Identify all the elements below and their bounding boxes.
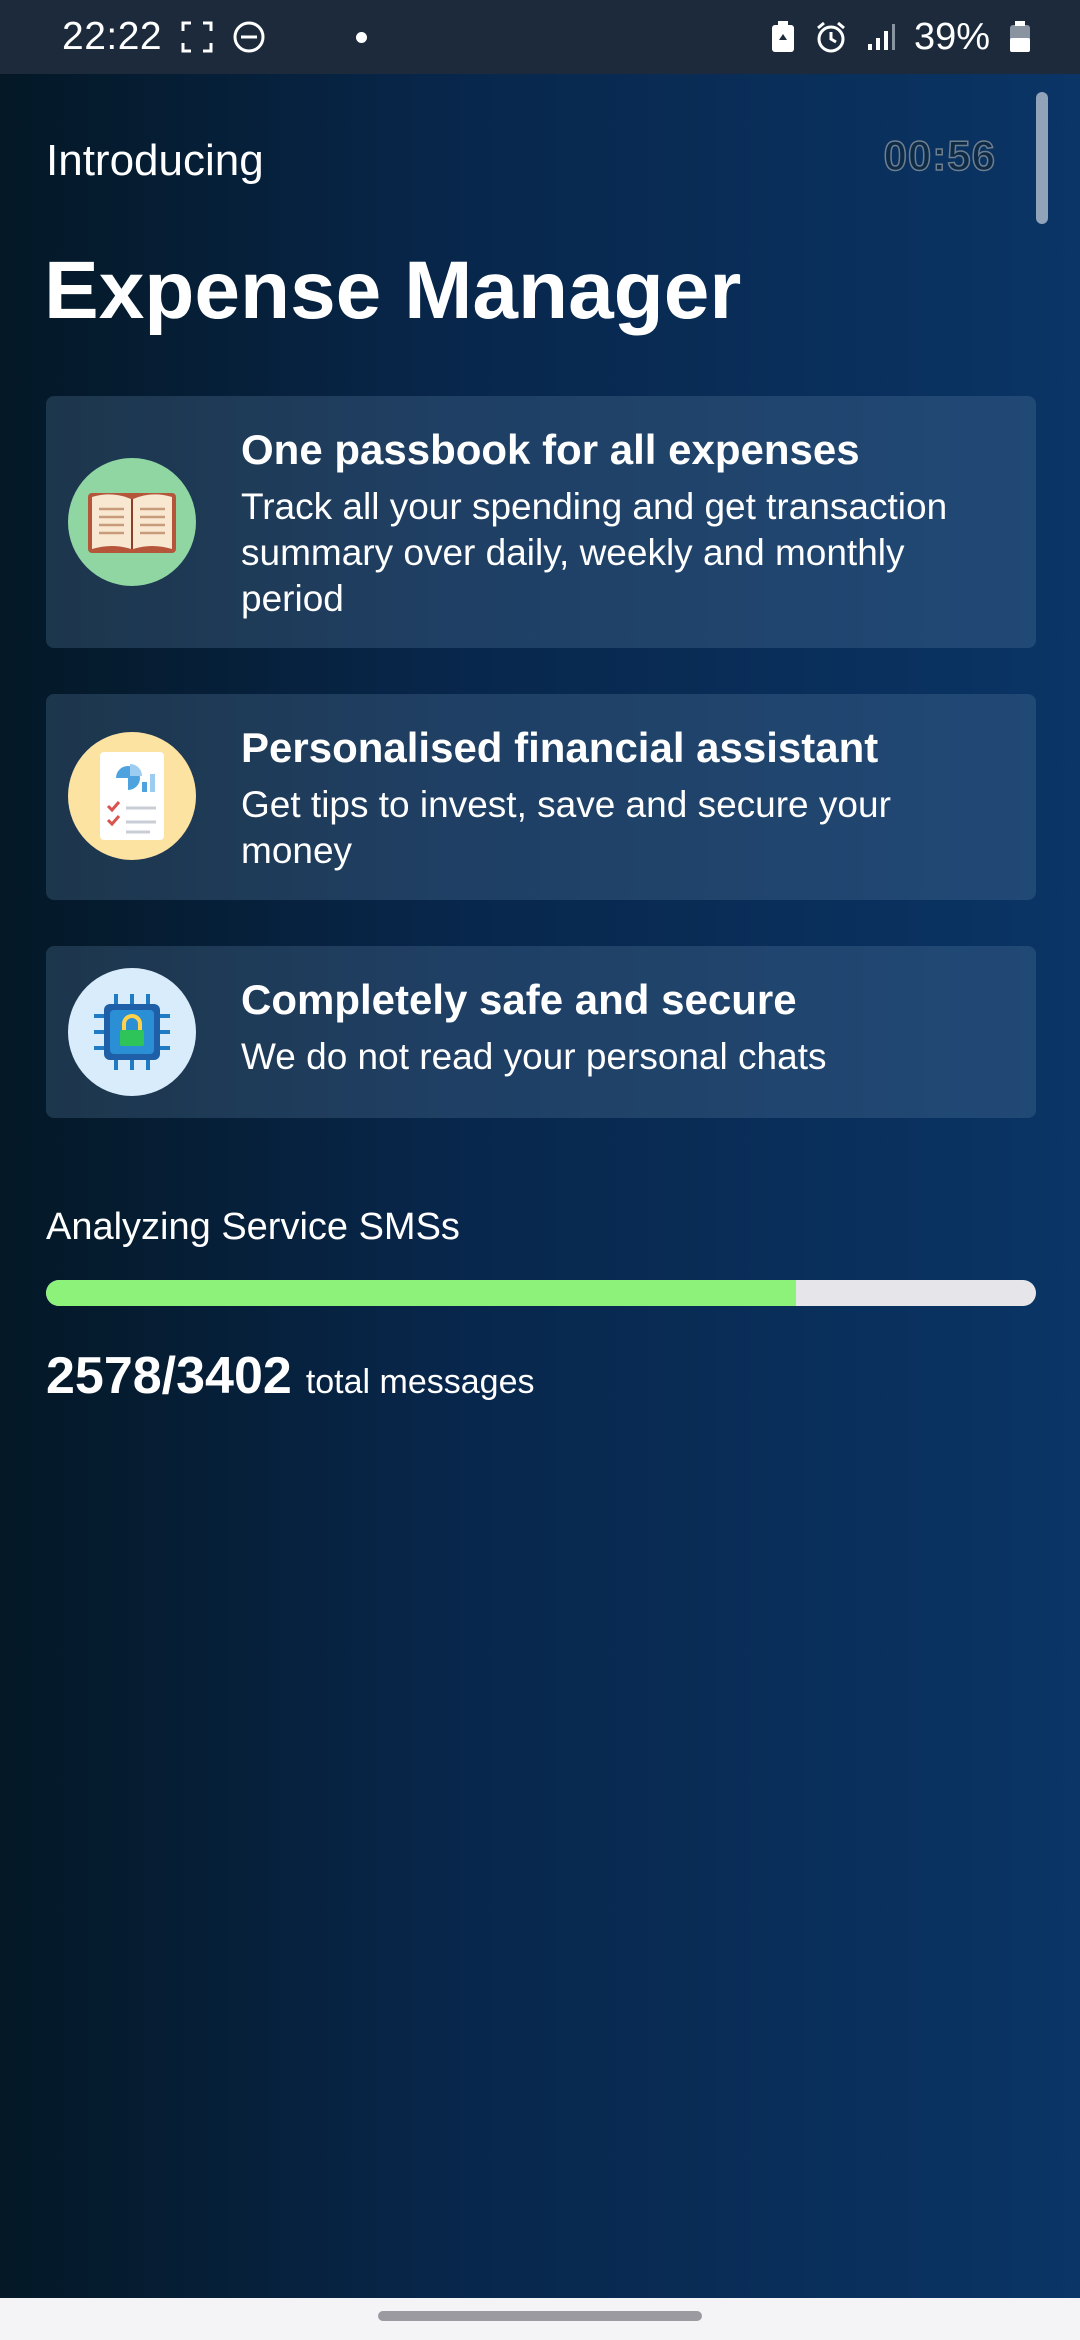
navigation-bar	[0, 2298, 1080, 2340]
app-screen: 22:22 39% Introducing 00:56 Expense Mana…	[0, 0, 1080, 2340]
alarm-icon	[814, 20, 848, 54]
battery-saver-icon	[770, 20, 796, 54]
feature-description: We do not read your personal chats	[241, 1036, 827, 1077]
status-time: 22:22	[62, 15, 163, 58]
feature-title: One passbook for all expenses	[241, 426, 860, 473]
screenshot-frame-icon	[180, 20, 214, 54]
progress-fill	[46, 1280, 797, 1306]
feature-description: Track all your spending and get transact…	[241, 486, 948, 619]
report-icon	[68, 732, 196, 860]
status-bar: 22:22 39%	[0, 0, 1080, 74]
status-right: 39%	[770, 16, 1032, 59]
feature-card-security: Completely safe and secure We do not rea…	[46, 946, 1036, 1118]
battery-icon	[1008, 20, 1032, 54]
home-gesture-handle[interactable]	[378, 2311, 702, 2321]
intro-label: Introducing	[46, 136, 264, 185]
message-count: 2578/3402	[46, 1347, 292, 1405]
do-not-disturb-icon	[232, 20, 266, 54]
scroll-indicator[interactable]	[1036, 92, 1048, 224]
page-title: Expense Manager	[44, 245, 742, 336]
status-left: 22:22	[62, 15, 368, 59]
signal-icon	[866, 22, 896, 52]
countdown-timer: 00:56	[883, 131, 996, 180]
message-count-row: 2578/3402 total messages	[46, 1346, 534, 1406]
feature-title: Completely safe and secure	[241, 976, 797, 1023]
battery-percent: 39%	[913, 15, 990, 58]
notification-dot-icon	[356, 31, 368, 43]
message-count-suffix: total messages	[305, 1363, 535, 1401]
feature-title: Personalised financial assistant	[241, 724, 879, 771]
feature-description: Get tips to invest, save and secure your…	[241, 784, 891, 871]
progress-label: Analyzing Service SMSs	[46, 1206, 460, 1248]
progress-bar	[46, 1280, 1036, 1306]
feature-card-passbook: One passbook for all expenses Track all …	[46, 396, 1036, 648]
chip-lock-icon	[68, 968, 196, 1096]
book-icon	[68, 458, 196, 586]
feature-card-assistant: Personalised financial assistant Get tip…	[46, 694, 1036, 900]
